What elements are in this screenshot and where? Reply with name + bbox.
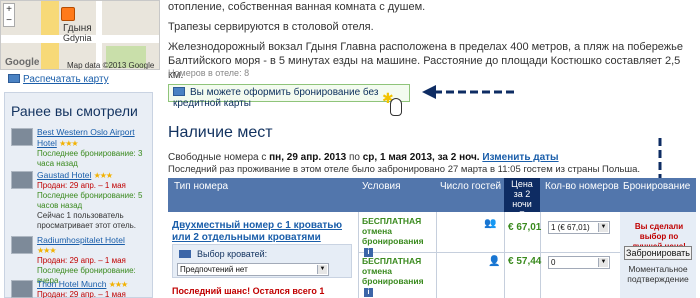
bed-choice-box: Выбор кроватей: Предпочтений нет ▼ <box>172 244 352 278</box>
quantity-value: 1 (€ 67,01) <box>551 223 590 232</box>
bed-icon <box>179 250 191 258</box>
last-booking-note: Последнее бронирование: 5 часов назад <box>37 191 143 210</box>
description-line: отопление, собственная ванная комната с … <box>168 1 426 13</box>
hotel-thumbnail[interactable] <box>11 128 33 146</box>
table-divider <box>436 212 437 298</box>
hand-cursor-icon <box>390 98 402 116</box>
room-type-link[interactable]: Двухместный номер с 1 кроватью или 2 отд… <box>172 220 352 244</box>
recent-hotel-link[interactable]: Best Western Oslo Airport Hotel <box>37 127 135 148</box>
chevron-down-icon: ▼ <box>598 223 608 232</box>
availability-dates: Свободные номера с пн, 29 апр. 2013 по с… <box>168 152 559 163</box>
header-conditions: Условия <box>362 181 401 192</box>
star-rating-icon: ★★★ <box>108 280 128 289</box>
bed-choice-label: Выбор кроватей: <box>197 249 268 259</box>
table-divider <box>504 212 505 298</box>
hotel-thumbnail[interactable] <box>11 171 33 189</box>
recent-hotel-item: Thon Hotel Munch ★★★ Продан: 29 апр. – 1… <box>11 279 151 298</box>
cancellation-condition: БЕСПЛАТНАЯ отмена бронирования i <box>362 256 434 297</box>
date-from: пн, 29 апр. 2013 <box>269 152 347 163</box>
hotel-pin-icon[interactable] <box>61 7 75 21</box>
star-rating-icon: ★★★ <box>93 171 113 180</box>
recent-hotel-item: Best Western Oslo Airport Hotel ★★★ Посл… <box>11 127 151 169</box>
header-price-line: ночи <box>512 199 532 209</box>
header-room-type: Тип номера <box>174 181 229 192</box>
quantity-value: 0 <box>551 258 556 267</box>
star-rating-icon: ★★★ <box>59 139 78 148</box>
rooms-count: Номеров в отеле: 8 <box>168 68 250 78</box>
recent-hotel-item: Gaustad Hotel ★★★ Продан: 29 апр. – 1 ма… <box>11 170 151 231</box>
header-quantity: Кол-во номеров <box>545 181 619 192</box>
bed-choice-value: Предпочтений нет <box>180 265 248 274</box>
hotel-thumbnail[interactable] <box>11 236 33 254</box>
dashed-arrow-left-icon <box>422 85 514 99</box>
info-icon[interactable]: i <box>364 288 373 297</box>
header-price: Цена за 2 ночи ▼ <box>504 178 540 218</box>
room-price: € 57,44 <box>508 256 542 267</box>
two-guests-icon: 👥 <box>484 218 497 229</box>
nights-count: , за 2 ноч. <box>432 152 480 163</box>
recent-hotel-link[interactable]: Gaustad Hotel <box>37 170 91 180</box>
recently-viewed-title: Ранее вы смотрели <box>11 103 138 119</box>
last-chance-note: Последний шанс! Остался всего 1 <box>172 286 325 296</box>
booking-column: Вы сделали выбор по лучшей цене! Заброни… <box>620 212 696 298</box>
header-guests: Число гостей <box>440 181 502 192</box>
zoom-out-button[interactable]: − <box>4 15 14 26</box>
chevron-down-icon: ▼ <box>598 258 608 267</box>
description-line: Трапезы сервируются в столовой отеля. <box>168 21 374 33</box>
last-booking-info: Последний раз проживание в этом отеле бы… <box>168 164 640 175</box>
viewers-note: Сейчас 1 пользователь просматривает этот… <box>37 211 136 230</box>
no-credit-card-banner[interactable]: Вы можете оформить бронирование без кред… <box>168 84 410 109</box>
one-guest-icon: 👤 <box>488 256 501 267</box>
availability-title: Наличие мест <box>168 124 273 141</box>
rooms-table-header: Тип номера Условия Число гостей Кол-во н… <box>168 178 696 212</box>
dates-prefix: Свободные номера с <box>168 152 270 163</box>
print-icon <box>8 74 20 83</box>
print-map-label: Распечатать карту <box>23 74 109 85</box>
sold-out-note: Продан: 29 апр. – 1 мая <box>37 290 126 298</box>
map-road <box>96 1 102 69</box>
chevron-down-icon: ▼ <box>317 265 327 274</box>
map-city-label-en: Gdynia <box>63 33 92 43</box>
condition-text: БЕСПЛАТНАЯ отмена бронирования <box>362 216 424 246</box>
hotel-map[interactable]: + − Гдыня Gdynia Google Map data ©2013 G… <box>0 0 160 70</box>
recent-hotel-link[interactable]: Thon Hotel Munch <box>37 279 106 289</box>
header-booking: Бронирование <box>623 181 691 192</box>
room-price: € 67,01 <box>508 222 542 233</box>
change-dates-link[interactable]: Изменить даты <box>482 152 558 163</box>
hotel-thumbnail[interactable] <box>11 280 33 298</box>
instant-confirmation-note: Моментальное подтверждение <box>627 264 689 284</box>
last-booking-note: Последнее бронирование: 3 часа назад <box>37 149 143 168</box>
map-attribution: Map data ©2013 Google <box>67 61 155 70</box>
sold-out-note: Продан: 29 апр. – 1 мая <box>37 181 126 190</box>
bed-choice-select[interactable]: Предпочтений нет ▼ <box>177 263 329 276</box>
recent-hotel-link[interactable]: Radiumhospitalet Hotel <box>37 235 125 245</box>
star-rating-icon: ★★★ <box>37 246 57 255</box>
condition-text: БЕСПЛАТНАЯ отмена бронирования <box>362 256 424 286</box>
print-map-link[interactable]: Распечатать карту <box>8 74 109 85</box>
header-price-line: Цена <box>511 179 533 189</box>
no-credit-card-text: Вы можете оформить бронирование без кред… <box>173 87 379 109</box>
zoom-in-button[interactable]: + <box>4 4 14 15</box>
sort-arrow-icon[interactable]: ▼ <box>504 209 540 219</box>
map-zoom-control[interactable]: + − <box>3 3 15 27</box>
dates-to-word: по <box>346 152 363 163</box>
date-to: ср, 1 мая 2013 <box>362 152 433 163</box>
credit-card-icon <box>173 87 185 96</box>
table-divider <box>358 212 359 298</box>
google-logo: Google <box>5 57 40 68</box>
recently-viewed-panel: Ранее вы смотрели Best Western Oslo Airp… <box>4 92 153 298</box>
room-quantity-select[interactable]: 1 (€ 67,01) ▼ <box>548 221 610 234</box>
sold-out-note: Продан: 29 апр. – 1 мая <box>37 256 126 265</box>
book-button[interactable]: Забронировать <box>624 246 692 260</box>
room-quantity-select[interactable]: 0 ▼ <box>548 256 610 269</box>
cancellation-condition: БЕСПЛАТНАЯ отмена бронированияi <box>362 216 434 257</box>
header-price-line: за 2 <box>513 189 531 199</box>
